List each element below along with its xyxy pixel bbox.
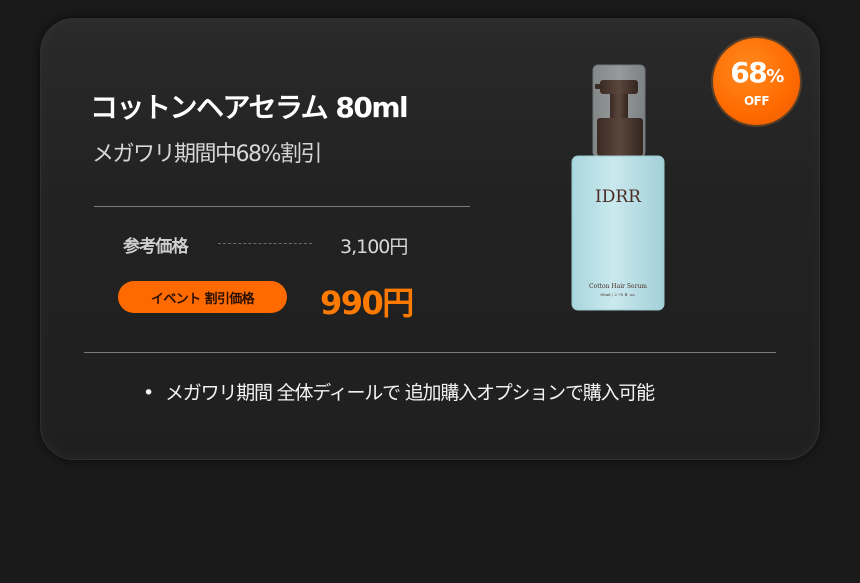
reference-price: 3,100円 <box>340 236 408 258</box>
product-title: コットンヘアセラム 80ml <box>90 91 409 124</box>
discount-percent: 68% <box>730 56 784 89</box>
bottle-label-name: Cotton Hair Serum <box>589 283 647 290</box>
sale-price: 990円 <box>320 284 414 322</box>
bottle-label-volume: 80ml / 2.70 fl. oz. <box>600 292 635 297</box>
product-subtitle: メガワリ期間中68%割引 <box>92 142 322 167</box>
note-list-item: • メガワリ期間 全体ディールで 追加購入オプションで購入可能 <box>143 378 655 405</box>
discount-badge: 68% OFF <box>713 38 800 125</box>
reference-price-label: 参考価格 <box>123 237 189 257</box>
serum-bottle-illustration: IDRR Cotton Hair Serum 80ml / 2.70 fl. o… <box>571 64 665 311</box>
note-text: メガワリ期間 全体ディールで 追加購入オプションで購入可能 <box>165 382 655 404</box>
divider-bottom <box>84 352 776 353</box>
event-price-badge: イベント 割引価格 <box>118 281 287 313</box>
discount-off-label: OFF <box>743 94 770 108</box>
brand-logo: IDRR <box>595 187 642 207</box>
product-image: IDRR Cotton Hair Serum 80ml / 2.70 fl. o… <box>560 60 680 315</box>
bullet-icon: • <box>143 382 154 404</box>
dotted-leader <box>218 243 312 244</box>
divider-top <box>94 206 470 207</box>
